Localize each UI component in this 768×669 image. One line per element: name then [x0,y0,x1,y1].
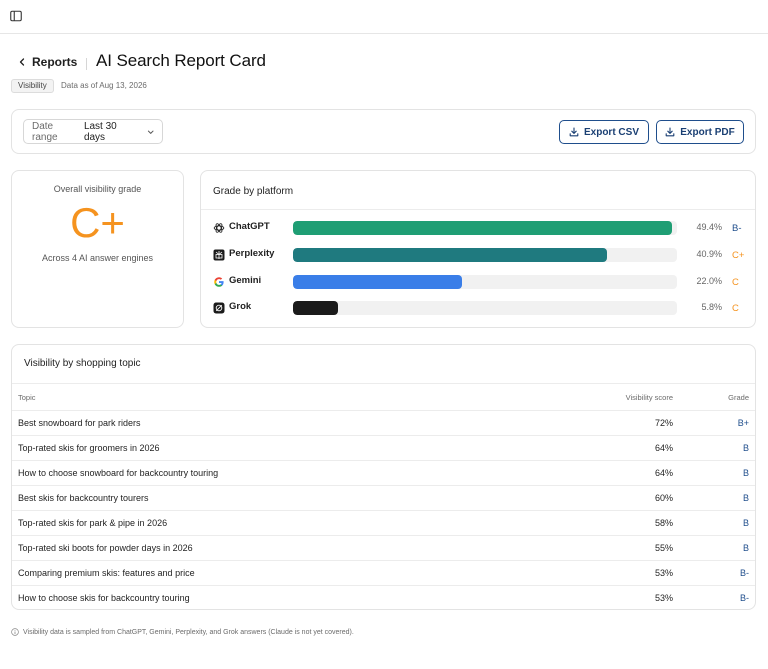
page-title: AI Search Report Card [96,51,266,70]
table-row[interactable]: Top-rated skis for groomers in 2026 64% … [12,435,755,460]
grade-cell: B [742,543,749,553]
table-row[interactable]: How to choose snowboard for backcountry … [12,460,755,485]
table-row[interactable]: Top-rated skis for park & pipe in 2026 5… [12,510,755,535]
table-row[interactable]: Top-rated ski boots for powder days in 2… [12,535,755,560]
platform-card-divider [201,209,755,210]
perplexity-icon [213,249,225,261]
score-cell: 53% [654,568,673,578]
grade-cell: B [742,443,749,453]
platform-bar-track [293,301,677,315]
chatgpt-icon [213,222,225,234]
platform-bar-fill [293,248,608,262]
topic-cell: Top-rated skis for groomers in 2026 [18,443,160,453]
grade-cell: B [742,493,749,503]
platform-percent: 5.8% [701,302,722,312]
platform-name: Gemini [229,275,262,286]
table-row[interactable]: Best skis for backcountry tourers 60% B [12,485,755,510]
topic-cell: Top-rated skis for park & pipe in 2026 [18,518,168,528]
back-to-reports-link[interactable]: Reports [18,55,77,69]
controls-card: Date range Last 30 days Export CSV Expor… [11,109,756,154]
score-cell: 64% [654,443,673,453]
table-row[interactable]: Best snowboard for park riders 72% B+ [12,410,755,435]
date-range-value: Last 30 days [83,120,117,143]
table-row[interactable]: How to choose skis for backcountry touri… [12,585,755,609]
date-range-label: Date range [32,120,58,143]
score-cell: 58% [654,518,673,528]
platform-percent: 40.9% [696,249,722,259]
table-row[interactable]: Comparing premium skis: features and pri… [12,560,755,585]
platform-name: ChatGPT [229,221,270,232]
topic-cell: Best skis for backcountry tourers [18,493,149,503]
platform-row-gemini: Gemini 22.0% C [201,274,755,290]
grade-cell: B- [740,568,749,578]
topic-cell: Comparing premium skis: features and pri… [18,568,195,578]
overall-grade-card: Overall visibility grade C+ Across 4 AI … [11,170,184,328]
topic-cell: Best snowboard for park riders [18,418,141,428]
grok-icon [213,302,225,314]
platform-grade: C [732,303,739,314]
topic-cell: Top-rated ski boots for powder days in 2… [18,543,193,553]
topic-visibility-card: Visibility by shopping topic Topic Visib… [11,344,756,610]
score-cell: 60% [654,493,673,503]
export-pdf-label: Export PDF [680,126,735,138]
export-csv-button[interactable]: Export CSV [559,120,649,144]
info-icon [11,628,19,636]
column-header-score[interactable]: Visibility score [626,393,673,402]
data-as-of-text: Data as of Aug 13, 2026 [61,81,147,90]
score-cell: 72% [654,418,673,428]
platform-grade-card: Grade by platform ChatGPT 49.4% B- Perpl… [200,170,756,328]
platform-bar-track [293,275,677,289]
chevron-left-icon [19,58,25,66]
sidebar-toggle-icon[interactable] [9,9,23,23]
grade-cell: B+ [737,418,749,428]
topic-cell: How to choose skis for backcountry touri… [18,593,190,603]
page-header: Reports AI Search Report Card Visibility… [0,44,768,96]
platform-grade: B- [732,223,742,234]
header-divider [86,58,87,70]
grade-cell: B [742,518,749,528]
visibility-badge: Visibility [11,79,54,93]
topic-cell: How to choose snowboard for backcountry … [18,468,219,478]
platform-bar-fill [293,275,462,289]
platform-grade: C+ [732,250,745,261]
score-cell: 53% [654,593,673,603]
date-range-select[interactable]: Date range Last 30 days [23,119,163,144]
platform-bar-fill [293,221,673,235]
platform-row-perplexity: Perplexity 40.9% C+ [201,247,755,263]
platform-bar-track [293,221,677,235]
top-bar [0,0,768,34]
platform-name: Grok [229,301,252,312]
platform-card-title: Grade by platform [213,186,294,197]
export-csv-label: Export CSV [583,126,639,138]
platform-percent: 49.4% [696,222,722,232]
google-icon [213,276,225,288]
download-icon [665,127,675,137]
topic-table: Topic Visibility score Grade Best snowbo… [12,383,755,609]
overall-grade-subtitle: Across 4 AI answer engines [41,253,154,263]
overall-grade-label: Overall visibility grade [53,184,142,194]
back-link-label: Reports [32,55,78,69]
column-header-grade[interactable]: Grade [728,393,749,402]
overall-grade-value: C+ [70,199,125,246]
platform-name: Perplexity [229,248,275,259]
footnote: Visibility data is sampled from ChatGPT,… [11,628,354,636]
platform-bar-fill [293,301,338,315]
platform-row-grok: Grok 5.8% C [201,300,755,316]
table-header-row: Topic Visibility score Grade [12,383,755,410]
platform-percent: 22.0% [696,276,722,286]
platform-grade: C [732,277,739,288]
footnote-text: Visibility data is sampled from ChatGPT,… [23,628,354,636]
platform-row-chatgpt: ChatGPT 49.4% B- [201,220,755,236]
column-header-topic[interactable]: Topic [18,393,36,402]
score-cell: 64% [654,468,673,478]
platform-bar-track [293,248,677,262]
grade-cell: B- [740,593,749,603]
grade-cell: B [742,468,749,478]
export-pdf-button[interactable]: Export PDF [656,120,744,144]
chevron-down-icon [147,130,154,134]
score-cell: 55% [654,543,673,553]
topic-card-title: Visibility by shopping topic [24,358,141,369]
download-icon [569,127,579,137]
